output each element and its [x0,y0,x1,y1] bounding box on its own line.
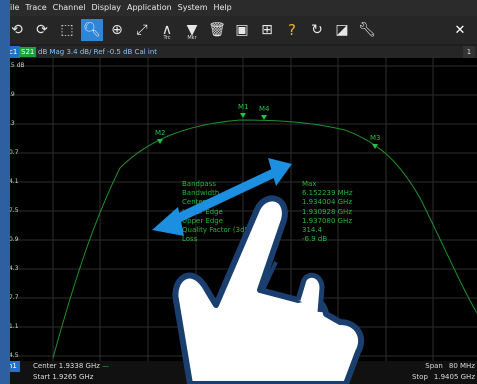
start-row[interactable]: Start 1.9265 GHz [33,372,93,383]
menu-trace[interactable]: Trace [25,0,46,16]
zoom-plus-icon[interactable]: ⊕ [106,19,128,41]
stop-value: 1.9405 GHz [433,373,475,381]
status-bar: Ch1 Center 1.9338 GHz — Start 1.9265 GHz… [0,361,477,384]
info-value: Max [302,180,317,188]
plot-area[interactable]: -0.5 dB -3.9 -7.3 -10.7 -14.1 -17.5 -20.… [0,58,477,361]
menu-system[interactable]: System [178,0,208,16]
wrench-icon[interactable]: 🔧︎ [356,19,378,41]
marker-m2-label: M2 [155,129,166,137]
trace-icon[interactable]: ∧ Trc [156,19,178,41]
info-key: Bandwidth [182,189,220,198]
info-value: 6.152239 MHz [302,189,353,198]
trace-parameter[interactable]: S21 [19,47,37,57]
toolbar: ⟲ ⟳ ⬚ 🔍︎ ⊕ ⤢ ∧ Trc ▼ Mkr 🗑︎ ▣ ⊞ ? ↻ ◪ 🔧︎ ✕ [0,16,477,44]
center-value: 1.9338 GHz [58,362,100,370]
trace-info: dB Mag 3.4 dB/ Ref -0.5 dB Cal int [38,48,158,56]
marker-m4[interactable] [261,115,267,120]
info-value: 1.937080 GHz [302,216,352,225]
menu-bar: File Trace Channel Display Application S… [0,0,477,16]
info-key: Lower Edge [182,207,223,216]
menu-display[interactable]: Display [91,0,121,16]
fit-icon[interactable]: ⤢ [131,19,153,41]
refresh-icon[interactable]: ↻ [306,19,328,41]
center-separator: — [102,362,110,370]
windows-icon[interactable]: ⊞ [256,19,278,41]
app-window: File Trace Channel Display Application S… [0,0,477,384]
info-value: 1.934004 GHz [302,198,352,207]
info-row: Loss -6.9 dB [182,235,353,244]
save-icon[interactable]: ▣ [231,19,253,41]
menu-application[interactable]: Application [127,0,172,16]
center-label: Center [33,362,57,370]
info-row: Quality Factor (3dB) 314.4 [182,226,353,235]
screenshot-icon[interactable]: ◪ [331,19,353,41]
marker-m3-label: M3 [370,134,381,142]
info-row: Bandpass Max [182,180,353,189]
start-value: 1.9265 GHz [52,373,94,381]
info-row: Bandwidth 6.152239 MHz [182,189,353,198]
info-value: -6.9 dB [302,235,328,244]
menu-help[interactable]: Help [214,0,232,16]
zoom-icon[interactable]: 🔍︎ [81,19,103,41]
info-key: Center [182,198,206,207]
stop-label: Stop [411,373,428,381]
marker-m2[interactable] [157,139,163,144]
close-icon[interactable]: ✕ [449,19,471,41]
marker-icon-label: Mkr [187,35,197,41]
center-row[interactable]: Center 1.9338 GHz — [33,361,109,372]
trace-bar: Trc1 S21 dB Mag 3.4 dB/ Ref -0.5 dB Cal … [0,46,477,70]
info-value: 314.4 [302,226,323,235]
zoom-window-icon[interactable]: ⬚ [56,19,78,41]
info-key: Upper Edge [182,216,224,225]
stop-row[interactable]: Stop 1.9405 GHz [406,372,475,383]
start-label: Start [33,373,51,381]
info-row: Upper Edge 1.937080 GHz [182,217,353,226]
info-key: Bandpass [182,180,216,188]
menu-channel[interactable]: Channel [53,0,86,16]
info-row: Lower Edge 1.930928 GHz [182,208,353,217]
bandpass-info-box: Bandpass Max Bandwidth 6.152239 MHz Center… [182,180,353,244]
marker-m1[interactable] [240,113,246,118]
info-row: Center 1.934004 GHz [182,198,353,207]
info-key: Loss [182,235,198,244]
marker-m4-label: M4 [259,105,270,113]
trace-icon-label: Trc [163,35,171,41]
marker-m1-label: M1 [238,103,249,111]
trace-menu-label: 1 [466,48,472,56]
span-value: 80 MHz [448,362,475,370]
info-value: 1.930928 GHz [302,207,352,216]
redo-icon[interactable]: ⟳ [31,19,53,41]
span-row[interactable]: Span 80 MHz [421,361,475,372]
info-key: Quality Factor (3dB) [182,226,253,235]
marker-m3[interactable] [372,144,378,149]
span-label: Span [425,362,443,370]
marker-icon[interactable]: ▼ Mkr [181,19,203,41]
help-icon[interactable]: ? [281,19,303,41]
window-edge [0,0,10,384]
delete-icon[interactable]: 🗑︎ [206,19,228,41]
